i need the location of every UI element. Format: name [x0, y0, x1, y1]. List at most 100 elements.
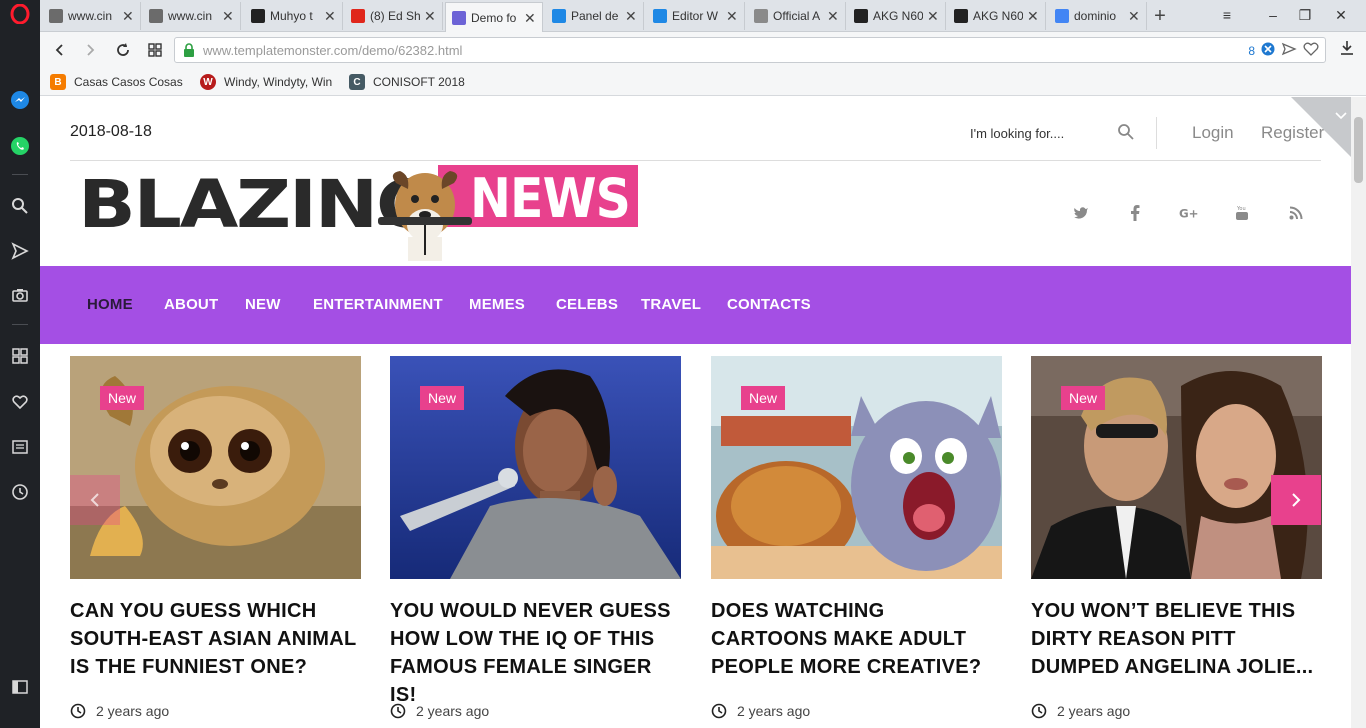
browser-tab[interactable]: Official A ✕ — [748, 2, 846, 30]
tab-menu-icon[interactable]: ≡ — [1212, 4, 1242, 26]
browser-tab[interactable]: (8) Ed Sh ✕ — [345, 2, 443, 30]
browser-tab[interactable]: AKG N60 ✕ — [948, 2, 1046, 30]
tab-title: Demo fo — [471, 10, 517, 25]
nav-new[interactable]: NEW — [245, 296, 281, 313]
new-badge[interactable]: New — [741, 386, 786, 410]
close-icon[interactable]: ✕ — [625, 9, 637, 23]
tab-favicon-icon — [452, 10, 466, 25]
youtube-icon[interactable]: You — [1232, 203, 1252, 223]
browser-tab[interactable]: Demo fo ✕ — [445, 2, 543, 32]
google-plus-icon[interactable]: G+ — [1179, 203, 1199, 223]
nav-home[interactable]: HOME — [87, 296, 133, 313]
article-title[interactable]: DOES WATCHING CARTOONS MAKE ADULT PEOPLE… — [711, 597, 1002, 681]
new-tab-button[interactable]: + — [1148, 4, 1172, 28]
close-icon[interactable]: ✕ — [1128, 9, 1140, 23]
rss-icon[interactable] — [1286, 203, 1306, 223]
close-window-button[interactable]: ✕ — [1326, 4, 1356, 26]
article-title[interactable]: CAN YOU GUESS WHICH SOUTH-EAST ASIAN ANI… — [70, 597, 361, 681]
restore-button[interactable]: ❐ — [1290, 4, 1320, 26]
slider-next-button[interactable] — [1271, 475, 1321, 525]
browser-tab[interactable]: Panel de ✕ — [546, 2, 644, 30]
logo-word-news: NEWS — [470, 167, 630, 230]
close-icon[interactable]: ✕ — [524, 11, 536, 25]
bookmark-item[interactable]: B Casas Casos Cosas y — [50, 73, 184, 91]
forward-button[interactable] — [78, 38, 102, 62]
send-icon[interactable] — [8, 239, 32, 263]
close-icon[interactable]: ✕ — [122, 9, 134, 23]
article-image[interactable]: New — [1031, 356, 1322, 579]
nav-about[interactable]: ABOUT — [164, 296, 218, 313]
camera-icon[interactable] — [8, 283, 32, 307]
search-icon[interactable] — [8, 194, 32, 218]
search-input[interactable] — [970, 125, 1110, 141]
article-image[interactable]: New — [390, 356, 681, 579]
browser-tab[interactable]: dominio ✕ — [1049, 2, 1147, 30]
article-meta: 2 years ago — [1031, 703, 1130, 719]
login-link[interactable]: Login — [1192, 123, 1234, 143]
svg-text:G+: G+ — [1179, 207, 1199, 220]
close-icon[interactable]: ✕ — [827, 9, 839, 23]
article-title[interactable]: YOU WON’T BELIEVE THIS DIRTY REASON PITT… — [1031, 597, 1322, 681]
scrollbar-thumb[interactable] — [1354, 117, 1363, 183]
sidebar-divider — [12, 174, 28, 175]
nav-travel[interactable]: TRAVEL — [641, 296, 701, 313]
corner-fold[interactable] — [1291, 97, 1351, 157]
article-title[interactable]: YOU WOULD NEVER GUESS HOW LOW THE IQ OF … — [390, 597, 681, 709]
url-actions: 8 — [1248, 42, 1319, 59]
sidebar-toggle-icon[interactable] — [8, 675, 32, 699]
close-icon[interactable]: ✕ — [1027, 9, 1039, 23]
close-icon[interactable]: ✕ — [324, 9, 336, 23]
browser-tab[interactable]: Editor W ✕ — [647, 2, 745, 30]
tabs-overview-button[interactable] — [143, 38, 167, 62]
close-icon[interactable]: ✕ — [726, 9, 738, 23]
new-badge[interactable]: New — [100, 386, 145, 410]
back-button[interactable] — [48, 38, 72, 62]
whatsapp-icon[interactable] — [8, 134, 32, 158]
search-icon[interactable] — [1117, 123, 1135, 141]
download-icon[interactable] — [1340, 40, 1354, 60]
share-icon[interactable] — [1281, 42, 1297, 59]
article-image[interactable]: New — [711, 356, 1002, 579]
tab-favicon-icon — [854, 9, 868, 23]
browser-tab[interactable]: AKG N60 ✕ — [848, 2, 946, 30]
nav-contacts[interactable]: CONTACTS — [727, 296, 811, 313]
browser-tab[interactable]: Muhyo t ✕ — [245, 2, 343, 30]
nav-memes[interactable]: MEMES — [469, 296, 525, 313]
minimize-button[interactable]: – — [1258, 4, 1288, 26]
slider-prev-button[interactable] — [70, 475, 120, 525]
twitter-icon[interactable] — [1071, 203, 1091, 223]
new-badge[interactable]: New — [420, 386, 465, 410]
history-icon[interactable] — [8, 480, 32, 504]
reload-button[interactable] — [111, 38, 135, 62]
news-icon[interactable] — [8, 435, 32, 459]
nav-celebs[interactable]: CELEBS — [556, 296, 618, 313]
clock-icon — [70, 703, 86, 719]
site-logo[interactable]: BLAZING NEWS — [78, 165, 640, 261]
facebook-icon[interactable] — [1125, 203, 1145, 223]
bookmark-item[interactable]: W Windy, Windyty, Win — [200, 73, 332, 91]
adblock-icon[interactable] — [1261, 42, 1275, 59]
article-image[interactable]: New — [70, 356, 361, 579]
tab-favicon-icon — [954, 9, 968, 23]
article-time: 2 years ago — [1057, 703, 1131, 719]
tab-favicon-icon — [653, 9, 667, 23]
bookmark-item[interactable]: C CONISOFT 2018 — [349, 73, 465, 91]
messenger-icon[interactable] — [8, 88, 32, 112]
url-input[interactable]: www.templatemonster.com/demo/62382.html … — [174, 37, 1326, 63]
heart-icon[interactable] — [8, 390, 32, 414]
speed-dial-icon[interactable] — [8, 344, 32, 368]
opera-logo-icon[interactable] — [8, 2, 32, 26]
bookmark-heart-icon[interactable] — [1303, 42, 1319, 59]
browser-tab[interactable]: www.cin ✕ — [43, 2, 141, 30]
article-card[interactable]: New YOU WOULD NEVER GUESS HOW LOW THE IQ… — [390, 356, 681, 719]
close-icon[interactable]: ✕ — [222, 9, 234, 23]
page-scrollbar[interactable] — [1351, 97, 1366, 728]
browser-tab[interactable]: www.cin ✕ — [143, 2, 241, 30]
close-icon[interactable]: ✕ — [424, 9, 436, 23]
close-icon[interactable]: ✕ — [927, 9, 939, 23]
article-card[interactable]: New DOES WATCHING CARTOONS MAKE ADULT PE… — [711, 356, 1002, 719]
nav-entertainment[interactable]: ENTERTAINMENT — [313, 296, 443, 313]
new-badge[interactable]: New — [1061, 386, 1106, 410]
lock-icon — [184, 43, 194, 57]
article-meta: 2 years ago — [390, 703, 489, 719]
